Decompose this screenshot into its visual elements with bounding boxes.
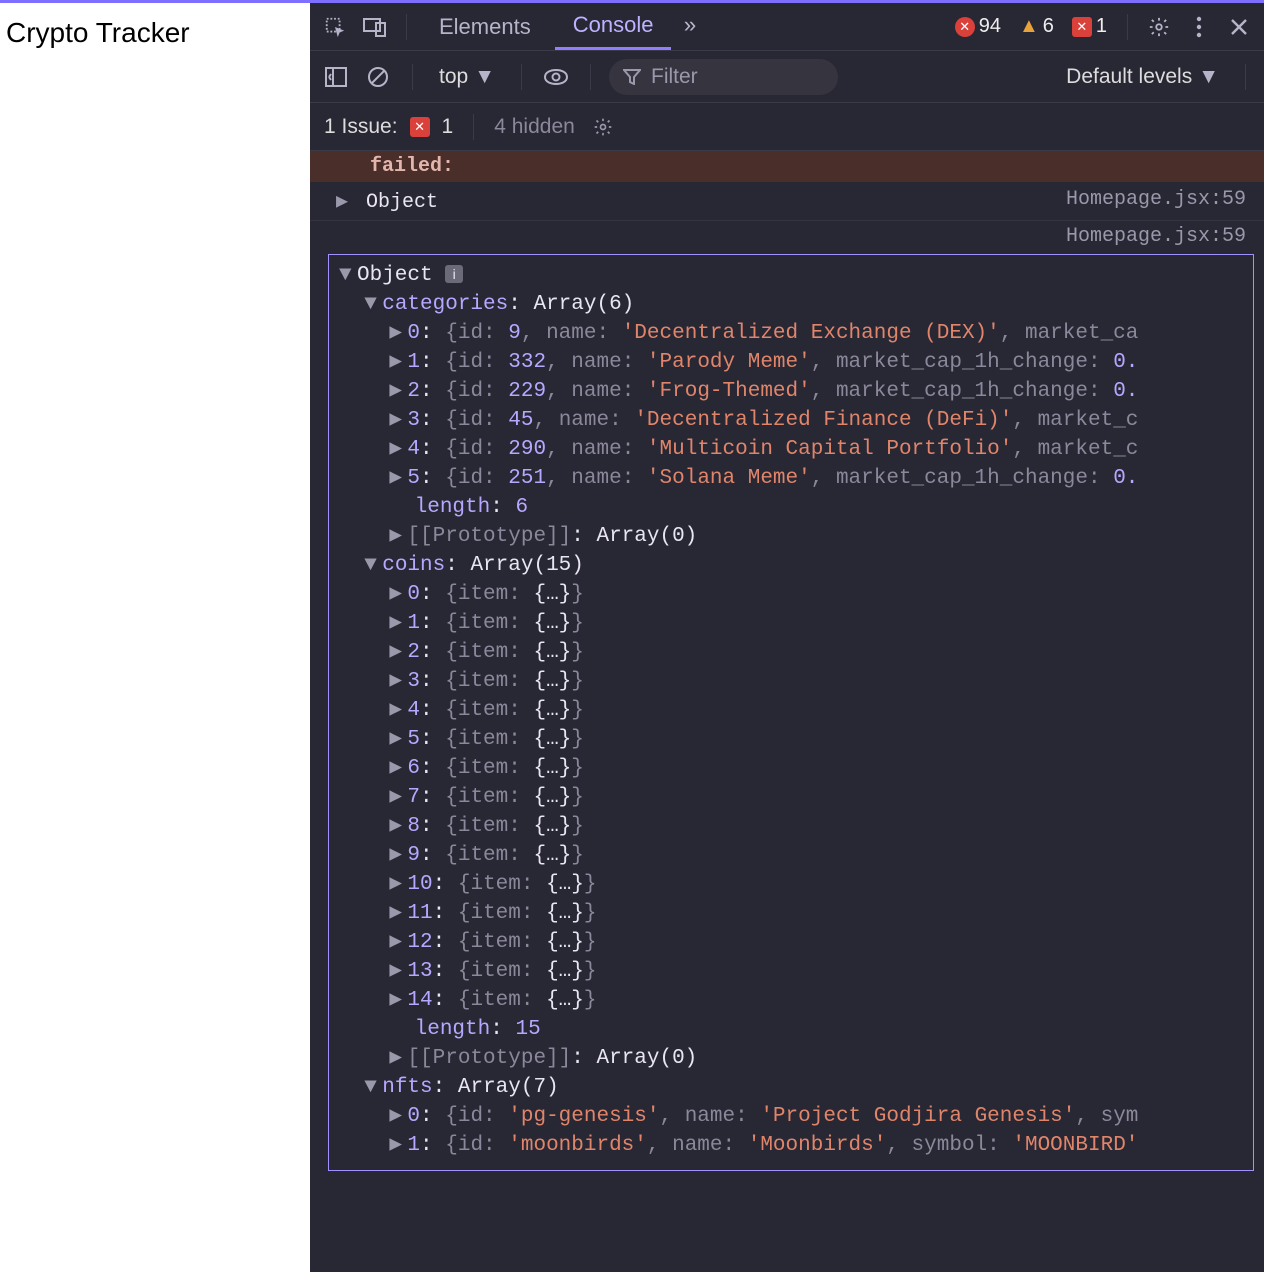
category-entry[interactable]: ▶3: {id: 45, name: 'Decentralized Financ… bbox=[329, 406, 1253, 435]
object-label: Object bbox=[366, 191, 438, 214]
coin-entry[interactable]: ▶9: {item: {…}} bbox=[329, 841, 1253, 870]
device-toolbar-icon[interactable] bbox=[358, 10, 392, 44]
context-selector[interactable]: top ▼ bbox=[431, 65, 503, 89]
log-levels-selector[interactable]: Default levels ▼ bbox=[1058, 65, 1227, 89]
prop-nfts[interactable]: nfts bbox=[382, 1076, 432, 1099]
category-entry[interactable]: ▶1: {id: 332, name: 'Parody Meme', marke… bbox=[329, 348, 1253, 377]
live-expression-icon[interactable] bbox=[540, 61, 572, 93]
gear-icon[interactable] bbox=[593, 117, 613, 137]
chevron-down-icon: ▼ bbox=[1198, 65, 1219, 89]
coin-entry[interactable]: ▶2: {item: {…}} bbox=[329, 638, 1253, 667]
coin-entry[interactable]: ▶3: {item: {…}} bbox=[329, 667, 1253, 696]
coin-entry[interactable]: ▶1: {item: {…}} bbox=[329, 609, 1253, 638]
error-icon: ✕ bbox=[955, 17, 975, 37]
console-output[interactable]: failed: ▶ Object Homepage.jsx:59 Homepag… bbox=[310, 151, 1264, 1272]
coin-entry[interactable]: ▶8: {item: {…}} bbox=[329, 812, 1253, 841]
tab-console[interactable]: Console bbox=[555, 3, 672, 50]
levels-label: Default levels bbox=[1066, 65, 1192, 89]
prop-length: length bbox=[415, 1018, 491, 1041]
coin-entry[interactable]: ▶6: {item: {…}} bbox=[329, 754, 1253, 783]
prop-categories[interactable]: categories bbox=[382, 293, 508, 316]
separator bbox=[590, 64, 591, 90]
coin-entry[interactable]: ▶12: {item: {…}} bbox=[329, 928, 1253, 957]
warning-icon: ▲ bbox=[1019, 15, 1039, 38]
devtools-tabbar: Elements Console » ✕ 94 ▲ 6 ✕ 1 bbox=[310, 3, 1264, 51]
coin-entry[interactable]: ▶13: {item: {…}} bbox=[329, 957, 1253, 986]
expanded-object[interactable]: ▼Object i ▼categories: Array(6) ▶0: {id:… bbox=[328, 254, 1254, 1171]
issues-hidden[interactable]: 4 hidden bbox=[494, 115, 575, 139]
coin-entry[interactable]: ▶11: {item: {…}} bbox=[329, 899, 1253, 928]
tab-elements[interactable]: Elements bbox=[421, 3, 549, 50]
nft-entry[interactable]: ▶0: {id: 'pg-genesis', name: 'Project Go… bbox=[329, 1102, 1253, 1131]
coin-entry[interactable]: ▶4: {item: {…}} bbox=[329, 696, 1253, 725]
toggle-sidebar-icon[interactable] bbox=[320, 61, 352, 93]
devtools-panel: Elements Console » ✕ 94 ▲ 6 ✕ 1 bbox=[310, 0, 1264, 1272]
coin-entry[interactable]: ▶14: {item: {…}} bbox=[329, 986, 1253, 1015]
warning-count: 6 bbox=[1043, 15, 1054, 38]
warning-count-badge[interactable]: ▲ 6 bbox=[1013, 15, 1060, 38]
filter-placeholder: Filter bbox=[651, 65, 698, 89]
prop-prototype[interactable]: [[Prototype]] bbox=[407, 1047, 571, 1070]
nft-entry[interactable]: ▶1: {id: 'moonbirds', name: 'Moonbirds',… bbox=[329, 1131, 1253, 1160]
issues-bar: 1 Issue: ✕ 1 4 hidden bbox=[310, 103, 1264, 151]
context-label: top bbox=[439, 65, 468, 89]
separator bbox=[406, 14, 407, 40]
message-count-badge[interactable]: ✕ 1 bbox=[1066, 15, 1113, 38]
error-count-badge[interactable]: ✕ 94 bbox=[949, 15, 1007, 38]
separator bbox=[1245, 64, 1246, 90]
separator bbox=[412, 64, 413, 90]
issues-count: 1 bbox=[442, 115, 454, 139]
category-entry[interactable]: ▶5: {id: 251, name: 'Solana Meme', marke… bbox=[329, 464, 1253, 493]
category-entry[interactable]: ▶4: {id: 290, name: 'Multicoin Capital P… bbox=[329, 435, 1253, 464]
filter-input[interactable]: Filter bbox=[609, 59, 838, 95]
kebab-menu-icon[interactable] bbox=[1182, 10, 1216, 44]
coin-entry[interactable]: ▶10: {item: {…}} bbox=[329, 870, 1253, 899]
issue-error-icon: ✕ bbox=[410, 117, 430, 137]
message-count: 1 bbox=[1096, 15, 1107, 38]
coin-entry[interactable]: ▶5: {item: {…}} bbox=[329, 725, 1253, 754]
coin-entry[interactable]: ▶0: {item: {…}} bbox=[329, 580, 1253, 609]
separator bbox=[521, 64, 522, 90]
issues-label: 1 Issue: bbox=[324, 115, 398, 139]
separator bbox=[1127, 14, 1128, 40]
category-entry[interactable]: ▶0: {id: 9, name: 'Decentralized Exchang… bbox=[329, 319, 1253, 348]
filter-icon bbox=[623, 69, 641, 85]
settings-icon[interactable] bbox=[1142, 10, 1176, 44]
prop-length: length bbox=[415, 496, 491, 519]
log-row-collapsed[interactable]: ▶ Object Homepage.jsx:59 bbox=[310, 182, 1264, 221]
error-count: 94 bbox=[979, 15, 1001, 38]
clear-console-icon[interactable] bbox=[362, 61, 394, 93]
close-icon[interactable] bbox=[1222, 10, 1256, 44]
expand-icon[interactable]: ▶ bbox=[336, 188, 354, 214]
app-title: Crypto Tracker bbox=[6, 17, 304, 49]
more-tabs-icon[interactable]: » bbox=[677, 14, 702, 39]
source-link[interactable]: Homepage.jsx:59 bbox=[1066, 188, 1246, 211]
info-icon[interactable]: i bbox=[445, 265, 463, 283]
console-toolbar: top ▼ Filter Default levels ▼ bbox=[310, 51, 1264, 103]
category-entry[interactable]: ▶2: {id: 229, name: 'Frog-Themed', marke… bbox=[329, 377, 1253, 406]
chevron-down-icon: ▼ bbox=[474, 65, 495, 89]
source-link[interactable]: Homepage.jsx:59 bbox=[310, 221, 1264, 250]
object-label: Object bbox=[357, 264, 433, 287]
inspect-icon[interactable] bbox=[318, 10, 352, 44]
prop-prototype[interactable]: [[Prototype]] bbox=[407, 525, 571, 548]
separator bbox=[473, 114, 474, 140]
prop-coins[interactable]: coins bbox=[382, 554, 445, 577]
error-row[interactable]: failed: bbox=[310, 151, 1264, 182]
message-icon: ✕ bbox=[1072, 17, 1092, 37]
app-pane: Crypto Tracker bbox=[0, 0, 310, 1272]
coin-entry[interactable]: ▶7: {item: {…}} bbox=[329, 783, 1253, 812]
